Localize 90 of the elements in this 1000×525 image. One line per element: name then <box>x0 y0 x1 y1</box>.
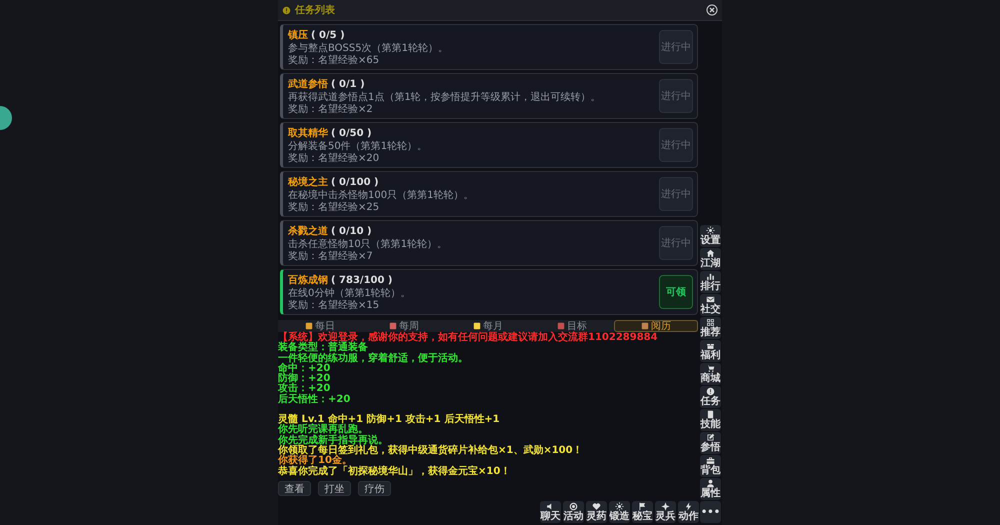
tab[interactable]: 每日 <box>278 320 362 332</box>
tab-icon <box>641 322 649 330</box>
tab-icon <box>473 322 481 330</box>
log-line: 你领取了每日签到礼包，获得中级通货碎片补给包×1、武勋×100！ <box>278 446 583 456</box>
edit-icon <box>706 433 715 442</box>
book-icon <box>706 410 715 419</box>
menu-button[interactable]: 江湖 <box>700 248 721 270</box>
window-title: 任务列表 <box>295 4 336 17</box>
tab[interactable]: 每周 <box>362 320 446 332</box>
quest-reward: 奖励：名望经验×2 <box>288 104 374 115</box>
lightning-icon <box>684 502 693 511</box>
toolbar-button[interactable]: 秘宝 <box>632 501 653 523</box>
action-button[interactable]: 打坐 <box>318 480 351 496</box>
bar-chart-icon <box>706 272 715 281</box>
gear-icon <box>615 502 624 511</box>
quest-name: 杀戮之道 <box>288 224 328 238</box>
toolbar-button[interactable]: 灵兵 <box>655 501 676 523</box>
menu-button[interactable]: 社交 <box>700 294 721 316</box>
exclamation-icon <box>706 387 715 396</box>
tab-icon <box>305 322 313 330</box>
envelope-icon <box>706 295 715 304</box>
toolbar-button[interactable]: 活动 <box>563 501 584 523</box>
quest-reward: 奖励：名望经验×20 <box>288 153 380 164</box>
quest-name: 取其精华 <box>288 126 328 140</box>
flag-icon <box>638 502 647 511</box>
quest-description: 参与整点BOSS5次（第第1轮轮）。 <box>288 43 449 54</box>
log-line: 你先完成新手指导再说。 <box>278 436 388 446</box>
quest-reward: 奖励：名望经验×65 <box>288 55 380 66</box>
gear-icon <box>706 226 715 235</box>
toolbar-button[interactable]: 锻造 <box>609 501 630 523</box>
log-line: 后天悟性：+20 <box>278 394 350 406</box>
quest-reward: 奖励：名望经验×7 <box>288 251 374 262</box>
log-line: 一件轻便的练功服，穿着舒适，便于活动。 <box>278 354 468 364</box>
quest-name: 镇压 <box>288 28 308 42</box>
menu-button[interactable]: 排行 <box>700 271 721 293</box>
quest-progress: ( 0/100 ) <box>331 177 379 188</box>
menu-button[interactable]: 属性 <box>700 478 721 500</box>
quest-name: 武道参悟 <box>288 78 328 91</box>
quest-name: 秘境之主 <box>288 175 328 189</box>
log-line: 【系统】欢迎登录，感谢你的支持，如有任何问题或建议请加入交流群1102289884 <box>278 333 658 343</box>
house-icon <box>706 249 715 258</box>
toolbar-button[interactable]: 动作 <box>678 501 699 523</box>
quest-description: 再获得武道参悟点1点（第1轮，按参悟提升等级累计，退出可续转）。 <box>288 92 602 103</box>
log-line: 你获得了10金。 <box>278 456 352 466</box>
log-line: 恭喜你完成了「初探秘境华山」，获得金元宝×10！ <box>278 466 510 477</box>
quest-progress: ( 783/100 ) <box>331 275 393 286</box>
heart-icon <box>592 502 601 511</box>
toolbar-button[interactable]: 聊天 <box>540 501 561 523</box>
briefcase-icon <box>706 456 715 465</box>
status-button[interactable]: 可领 <box>659 275 693 309</box>
menu-button[interactable]: 设置 <box>700 225 721 247</box>
log-line: 装备类型：普通装备 <box>278 343 368 354</box>
quest-progress: ( 0/1 ) <box>331 79 365 90</box>
quest-reward: 奖励：名望经验×15 <box>288 300 380 311</box>
tab[interactable]: 目标 <box>530 320 614 332</box>
quest-description: 在线0分钟（第第1轮轮）。 <box>288 288 412 299</box>
quest-progress: ( 0/50 ) <box>331 128 372 139</box>
star-icon <box>661 502 670 511</box>
tab[interactable]: 阅历 <box>614 320 698 332</box>
log-line: 攻击：+20 <box>278 384 330 394</box>
menu-button[interactable]: 背包 <box>700 455 721 477</box>
menu-button[interactable]: 参悟 <box>700 432 721 454</box>
gift-icon <box>706 341 715 350</box>
close-icon[interactable] <box>706 4 718 16</box>
grid-icon <box>706 318 715 327</box>
quest-description: 在秘境中击杀怪物100只（第第1轮轮）。 <box>288 190 474 201</box>
toolbar-button[interactable]: 灵药 <box>586 501 607 523</box>
log-line: 你先听完课再乱跑。 <box>278 425 368 436</box>
menu-button[interactable]: 福利 <box>700 340 721 362</box>
exclamation-icon <box>282 6 291 14</box>
cart-icon <box>706 364 715 373</box>
action-button[interactable]: 查看 <box>278 480 311 496</box>
quest-description: 分解装备50件（第第1轮轮）。 <box>288 141 428 152</box>
action-button[interactable]: 疗伤 <box>358 480 391 496</box>
tab[interactable]: 每月 <box>446 320 530 332</box>
quest-name: 百炼成钢 <box>288 274 328 287</box>
menu-button[interactable]: 任务 <box>700 386 721 408</box>
person-icon <box>706 479 715 488</box>
target-icon <box>569 502 578 511</box>
log-line: 命中：+20 <box>278 364 330 374</box>
quest-reward: 奖励：名望经验×25 <box>288 202 380 213</box>
menu-button[interactable]: 商城 <box>700 363 721 385</box>
menu-button[interactable]: 推荐 <box>700 317 721 339</box>
tab-icon <box>389 322 397 330</box>
quest-description: 击杀任意怪物10只（第第1轮轮）。 <box>288 239 448 250</box>
more-button[interactable]: ••• <box>700 501 721 523</box>
tab-icon <box>557 322 565 330</box>
quest-progress: ( 0/10 ) <box>331 226 372 237</box>
menu-button[interactable]: 技能 <box>700 409 721 431</box>
quest-progress: ( 0/5 ) <box>311 30 345 41</box>
